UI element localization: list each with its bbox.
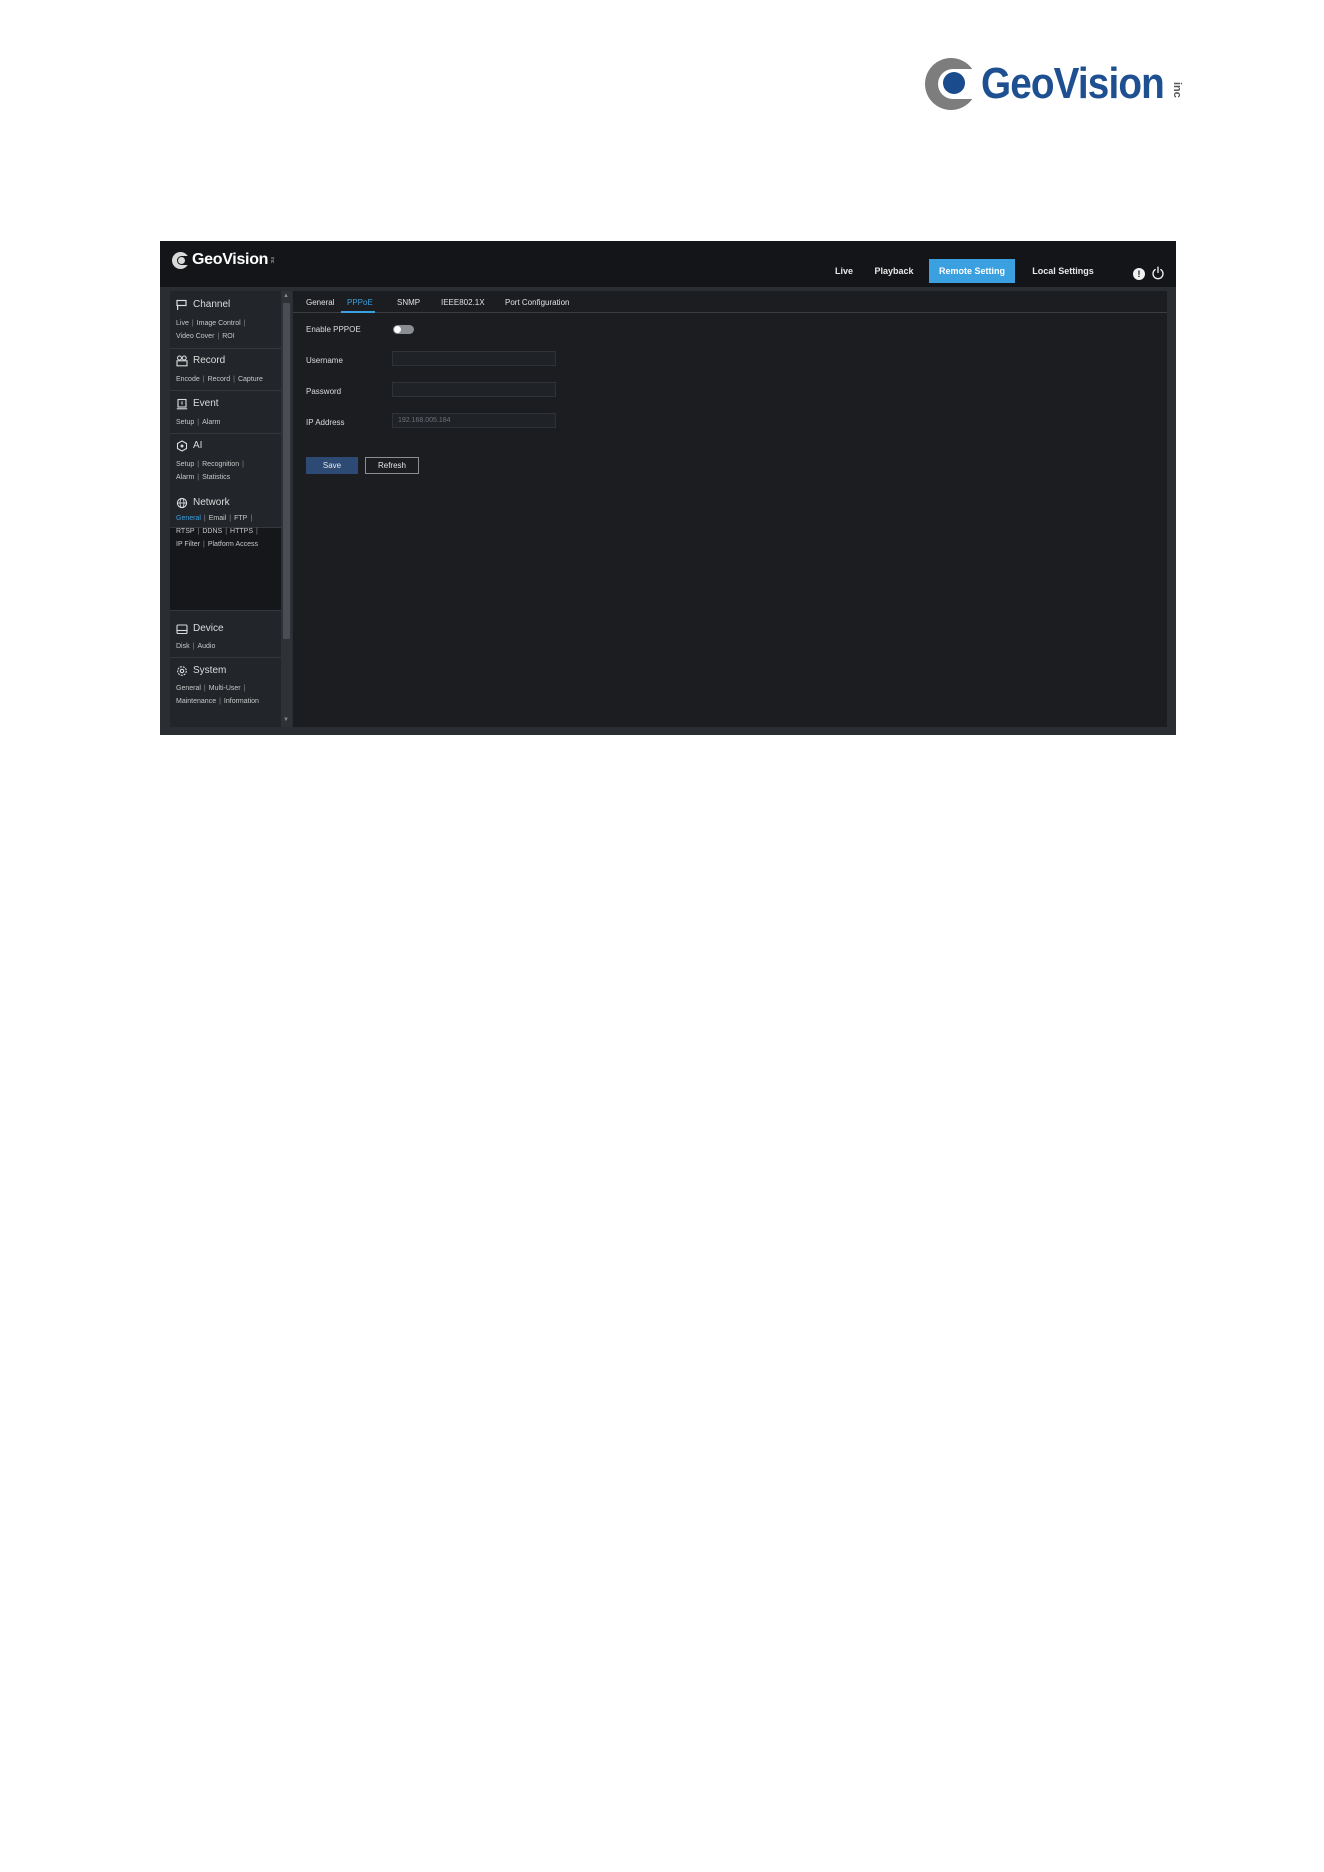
tabs-divider: [293, 312, 1167, 313]
ai-icon: [176, 440, 188, 452]
sidebar-network-row-1: General | Email | FTP |: [176, 515, 253, 522]
nav-remote-setting[interactable]: Remote Setting: [929, 259, 1015, 283]
sidebar-section-channel[interactable]: Channel: [193, 299, 230, 310]
password-label: Password: [306, 387, 342, 396]
app-logo: GeoVision inc: [172, 251, 275, 269]
sidebar-link-information[interactable]: Information: [224, 698, 259, 705]
network-section-highlight: [170, 527, 281, 611]
app-logo-suffix: inc: [269, 256, 276, 264]
record-icon: [176, 355, 188, 367]
ip-address-input[interactable]: 192.168.005.184: [392, 413, 556, 428]
sidebar-link-statistics[interactable]: Statistics: [202, 474, 230, 481]
sidebar-section-record[interactable]: Record: [193, 355, 225, 366]
sidebar-divider: [170, 433, 281, 434]
geovision-page-logo: GeoVision inc: [925, 58, 1183, 110]
sidebar-section-device[interactable]: Device: [193, 623, 224, 634]
sidebar-link-encode[interactable]: Encode: [176, 376, 200, 383]
sidebar-network-row-3: IP Filter | Platform Access: [176, 541, 259, 548]
enable-pppoe-toggle[interactable]: [393, 325, 414, 334]
refresh-button[interactable]: Refresh: [365, 457, 419, 474]
sidebar-divider: [170, 390, 281, 391]
channel-icon: [176, 299, 187, 310]
power-icon[interactable]: [1151, 266, 1165, 280]
sidebar-divider: [170, 657, 281, 658]
username-label: Username: [306, 356, 343, 365]
sidebar-link-record[interactable]: Record: [208, 376, 231, 383]
device-icon: [176, 624, 188, 635]
sidebar-ai-row-1: Setup | Recognition |: [176, 461, 244, 468]
sidebar-link-alarm[interactable]: Alarm: [176, 474, 194, 481]
sidebar-divider: [170, 348, 281, 349]
nav-playback[interactable]: Playback: [869, 259, 919, 283]
tab-pppoe[interactable]: PPPoE: [347, 298, 373, 307]
sidebar-link-rtsp[interactable]: RTSP: [176, 528, 195, 535]
sidebar-channel-row-2: Video Cover | ROI: [176, 333, 235, 340]
geovision-logo-icon: [925, 58, 977, 110]
system-gear-icon: [177, 666, 187, 676]
sidebar-link-email[interactable]: Email: [209, 515, 227, 522]
sidebar-link-alarm[interactable]: Alarm: [202, 419, 220, 426]
sidebar-scrollbar-thumb[interactable]: [283, 303, 290, 639]
geovision-logo-icon: [172, 251, 190, 269]
alert-icon[interactable]: !: [1133, 268, 1145, 280]
sidebar-section-network[interactable]: Network: [193, 497, 230, 508]
sidebar-link-image-control[interactable]: Image Control: [197, 320, 241, 327]
page-logo-suffix: inc: [1170, 82, 1183, 98]
sidebar-link-roi[interactable]: ROI: [222, 333, 234, 340]
page-logo-text: GeoVision: [981, 59, 1165, 108]
app-logo-text: GeoVision: [192, 251, 269, 268]
sidebar-link-ftp[interactable]: FTP: [234, 515, 247, 522]
sidebar-event-row-1: Setup | Alarm: [176, 419, 221, 426]
sidebar-link-ddns[interactable]: DDNS: [202, 528, 222, 535]
enable-pppoe-label: Enable PPPOE: [306, 325, 361, 334]
sidebar-ai-row-2: Alarm | Statistics: [176, 474, 231, 481]
active-tab-underline: [341, 311, 375, 313]
sidebar-link-video-cover[interactable]: Video Cover: [176, 333, 214, 340]
top-bar: GeoVision inc Live Playback Remote Setti…: [160, 241, 1176, 287]
chevron-down-icon[interactable]: ▼: [283, 717, 289, 723]
nav-local-settings[interactable]: Local Settings: [1023, 259, 1103, 283]
sidebar-device-row-1: Disk | Audio: [176, 643, 216, 650]
sidebar-link-https[interactable]: HTTPS: [230, 528, 253, 535]
nav-live[interactable]: Live: [829, 259, 859, 283]
chevron-up-icon[interactable]: ▲: [283, 293, 289, 299]
tab-port-configuration[interactable]: Port Configuration: [505, 298, 569, 307]
tab-snmp[interactable]: SNMP: [397, 298, 420, 307]
tab-general[interactable]: General: [306, 298, 334, 307]
sidebar-link-ip-filter[interactable]: IP Filter: [176, 541, 200, 548]
username-input[interactable]: [392, 351, 556, 366]
network-icon: [176, 497, 188, 509]
sidebar-link-audio[interactable]: Audio: [197, 643, 215, 650]
sidebar-link-general-active[interactable]: General: [176, 515, 201, 522]
ip-address-label: IP Address: [306, 418, 345, 427]
sidebar-link-setup[interactable]: Setup: [176, 461, 194, 468]
app-window: GeoVision inc Live Playback Remote Setti…: [160, 241, 1176, 735]
sidebar-link-capture[interactable]: Capture: [238, 376, 263, 383]
sidebar-link-setup[interactable]: Setup: [176, 419, 194, 426]
sidebar-link-recognition[interactable]: Recognition: [202, 461, 239, 468]
sidebar-section-system[interactable]: System: [193, 665, 226, 676]
sidebar-channel-row-1: Live | Image Control |: [176, 320, 246, 327]
tab-ieee8021x[interactable]: IEEE802.1X: [441, 298, 485, 307]
sidebar-network-row-2: RTSP | DDNS | HTTPS |: [176, 528, 258, 535]
sidebar-system-row-1: General | Multi-User |: [176, 685, 246, 692]
sidebar-section-ai[interactable]: AI: [193, 440, 202, 451]
sidebar-record-row-1: Encode | Record | Capture: [176, 376, 263, 383]
sidebar-link-general[interactable]: General: [176, 685, 201, 692]
sidebar-divider: [170, 610, 281, 611]
sidebar-link-maintenance[interactable]: Maintenance: [176, 698, 216, 705]
password-input[interactable]: [392, 382, 556, 397]
event-icon: [176, 398, 188, 410]
sidebar-link-platform-access[interactable]: Platform Access: [208, 541, 258, 548]
sidebar-link-disk[interactable]: Disk: [176, 643, 190, 650]
sidebar-section-event[interactable]: Event: [193, 398, 219, 409]
sidebar-link-live[interactable]: Live: [176, 320, 189, 327]
sidebar: Channel Live | Image Control | Video Cover |…: [170, 291, 281, 727]
sidebar-system-row-2: Maintenance | Information: [176, 698, 259, 705]
toggle-knob: [394, 326, 401, 333]
sidebar-link-multi-user[interactable]: Multi-User: [209, 685, 241, 692]
save-button[interactable]: Save: [306, 457, 358, 474]
